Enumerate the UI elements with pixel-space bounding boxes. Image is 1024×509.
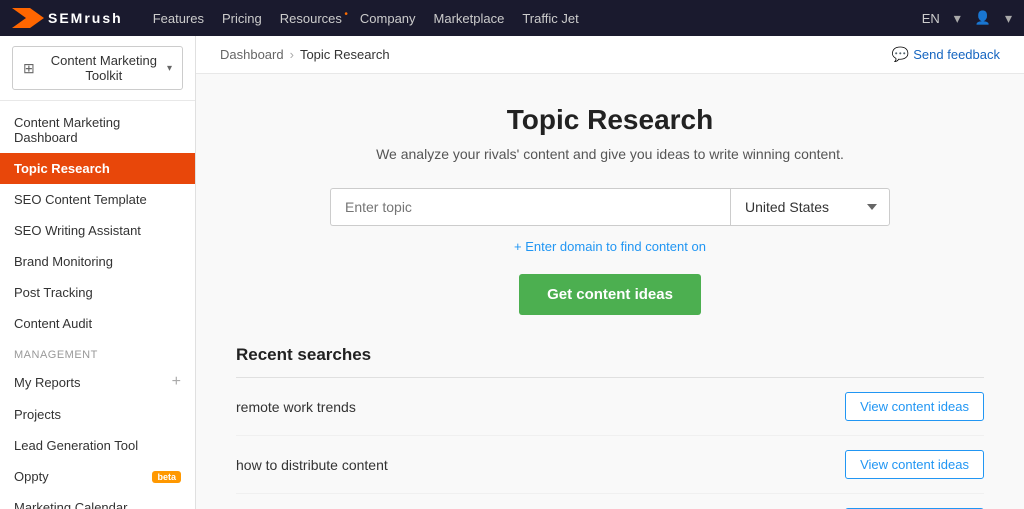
recent-query-1: remote work trends (236, 399, 356, 415)
chevron-down-icon: ▾ (167, 63, 172, 74)
nav-trafficjet[interactable]: Traffic Jet (522, 11, 578, 26)
nav-resources[interactable]: Resources (280, 11, 342, 26)
topic-input[interactable] (330, 188, 730, 226)
sidebar-item-dashboard[interactable]: Content Marketing Dashboard (0, 107, 195, 153)
breadcrumb-bar: Dashboard › Topic Research 💬 Send feedba… (196, 36, 1024, 74)
recent-query-2: how to distribute content (236, 457, 388, 473)
nav-pricing[interactable]: Pricing (222, 11, 262, 26)
logo-text: SEMrush (48, 10, 123, 26)
toolkit-selector[interactable]: ⊞ Content Marketing Toolkit ▾ (0, 36, 195, 101)
logo-icon (12, 8, 44, 28)
breadcrumb-dashboard[interactable]: Dashboard (220, 47, 284, 62)
sidebar-item-seo-template[interactable]: SEO Content Template (0, 184, 195, 215)
domain-link-container: + Enter domain to find content on (236, 238, 984, 254)
nav-right: EN ▾ 👤 ▾ (922, 10, 1012, 27)
language-selector[interactable]: EN (922, 11, 940, 26)
domain-link[interactable]: + Enter domain to find content on (514, 239, 706, 254)
sidebar-item-content-audit[interactable]: Content Audit (0, 308, 195, 339)
nav-links: Features Pricing Resources Company Marke… (153, 11, 579, 26)
recent-searches-section: Recent searches remote work trends View … (236, 345, 984, 509)
beta-badge: beta (152, 471, 181, 483)
recent-search-row-3: content distribution View content ideas (236, 494, 984, 509)
sidebar-item-my-reports[interactable]: My Reports + (0, 365, 195, 399)
sidebar-nav: Content Marketing Dashboard Topic Resear… (0, 101, 195, 509)
get-content-ideas-button[interactable]: Get content ideas (519, 274, 701, 315)
page-body: Topic Research We analyze your rivals' c… (196, 74, 1024, 509)
management-section-label: MANAGEMENT (0, 339, 195, 365)
sidebar: ⊞ Content Marketing Toolkit ▾ Content Ma… (0, 36, 196, 509)
view-ideas-button-2[interactable]: View content ideas (845, 450, 984, 479)
nav-marketplace[interactable]: Marketplace (434, 11, 505, 26)
recent-search-row-2: how to distribute content View content i… (236, 436, 984, 494)
sidebar-item-projects[interactable]: Projects (0, 399, 195, 430)
breadcrumb: Dashboard › Topic Research (220, 47, 390, 62)
sidebar-item-lead-gen[interactable]: Lead Generation Tool (0, 430, 195, 461)
breadcrumb-separator: › (290, 47, 294, 62)
toolkit-label: Content Marketing Toolkit (41, 53, 167, 83)
nav-features[interactable]: Features (153, 11, 204, 26)
user-menu[interactable]: 👤 (975, 10, 991, 26)
breadcrumb-current: Topic Research (300, 47, 390, 62)
recent-searches-title: Recent searches (236, 345, 984, 365)
country-select[interactable]: United States United Kingdom Canada Aust… (730, 188, 890, 226)
main-content: Dashboard › Topic Research 💬 Send feedba… (196, 36, 1024, 509)
recent-search-row-1: remote work trends View content ideas (236, 378, 984, 436)
feedback-icon: 💬 (892, 46, 909, 63)
sidebar-item-oppty[interactable]: Oppty beta (0, 461, 195, 492)
page-subtitle: We analyze your rivals' content and give… (236, 146, 984, 162)
sidebar-item-topic-research[interactable]: Topic Research (0, 153, 195, 184)
toolkit-dropdown-button[interactable]: ⊞ Content Marketing Toolkit ▾ (12, 46, 183, 90)
logo[interactable]: SEMrush (12, 8, 123, 28)
sidebar-item-brand-monitoring[interactable]: Brand Monitoring (0, 246, 195, 277)
plus-icon[interactable]: + (172, 373, 181, 391)
search-row: United States United Kingdom Canada Aust… (330, 188, 890, 226)
nav-company[interactable]: Company (360, 11, 416, 26)
page-title: Topic Research (236, 104, 984, 136)
top-navigation: SEMrush Features Pricing Resources Compa… (0, 0, 1024, 36)
send-feedback-button[interactable]: 💬 Send feedback (892, 46, 1000, 63)
sidebar-item-writing-assistant[interactable]: SEO Writing Assistant (0, 215, 195, 246)
sidebar-item-marketing-calendar[interactable]: Marketing Calendar (0, 492, 195, 509)
sidebar-item-post-tracking[interactable]: Post Tracking (0, 277, 195, 308)
view-ideas-button-1[interactable]: View content ideas (845, 392, 984, 421)
grid-icon: ⊞ (23, 60, 35, 77)
